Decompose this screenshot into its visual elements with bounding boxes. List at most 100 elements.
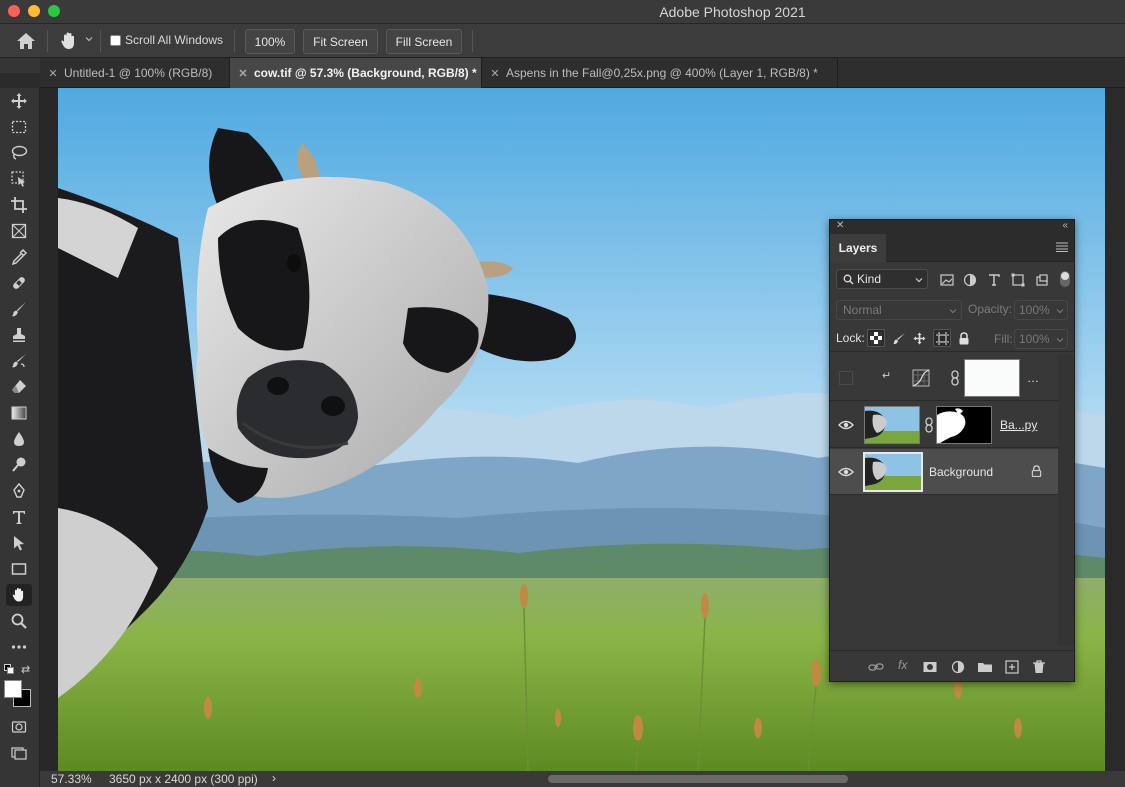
home-button[interactable] [14,31,38,51]
layer-filter-row: Kind [830,264,1074,294]
fx-icon[interactable]: fx [898,658,907,672]
scroll-all-windows-checkbox[interactable] [110,35,121,46]
more-tools[interactable] [6,636,32,658]
visibility-toggle[interactable] [839,371,853,385]
layer-name: Background [929,465,994,479]
close-tab-icon[interactable]: ✕ [487,67,503,80]
filter-toggle[interactable] [1060,271,1070,287]
quick-mask-button[interactable] [6,716,32,738]
pixel-layer-filter-icon[interactable] [939,272,955,288]
rectangle-tool[interactable] [6,558,32,580]
tab-untitled-1[interactable]: ✕ Untitled-1 @ 100% (RGB/8) [40,58,230,88]
lock-image-pixels-button[interactable] [890,329,908,347]
opacity-value: 100% [1019,303,1050,317]
vertical-scrollbar[interactable] [1105,88,1125,771]
frame-tool[interactable] [6,220,32,242]
layer-row[interactable]: Ba...py [830,402,1058,448]
marquee-tool[interactable] [6,116,32,138]
close-panel-icon[interactable]: ✕ [836,220,844,231]
collapse-panel-icon[interactable]: « [1062,220,1068,231]
screen-mode-icon [11,747,27,760]
panel-menu-icon[interactable] [1056,242,1068,252]
default-colors-icon[interactable] [4,664,14,674]
link-layers-icon[interactable] [868,659,884,675]
lock-artboard-button[interactable] [933,329,951,347]
object-select-tool[interactable] [6,168,32,190]
clone-stamp-tool[interactable] [6,324,32,346]
lock-position-button[interactable] [910,329,928,347]
zoom-100-button[interactable]: 100% [245,29,295,54]
zoom-tool[interactable] [6,610,32,632]
pen-tool[interactable] [6,480,32,502]
blend-mode-value: Normal [843,303,882,317]
opacity-field[interactable]: 100% [1014,300,1068,320]
foreground-color-swatch[interactable] [4,680,22,698]
shape-layer-filter-icon[interactable] [1010,272,1026,288]
filter-kind-value: Kind [857,272,882,286]
tab-cow[interactable]: ✕ cow.tif @ 57.3% (Background, RGB/8) * [230,58,482,88]
close-tab-icon[interactable]: ✕ [235,67,251,80]
crop-tool[interactable] [6,194,32,216]
marquee-tool-icon [11,120,27,134]
panel-header[interactable]: ✕ « [830,220,1074,234]
dodge-tool[interactable] [6,454,32,476]
tab-label: Untitled-1 @ 100% (RGB/8) [64,66,213,80]
type-layer-filter-icon[interactable] [986,272,1002,288]
move-tool[interactable] [6,90,32,112]
opacity-label: Opacity: [968,302,1013,316]
zoom-level[interactable]: 57.33% [51,772,92,786]
fill-field[interactable]: 100% [1014,329,1068,349]
tool-preset-picker[interactable] [58,30,80,52]
healing-brush-tool[interactable] [6,272,32,294]
frame-tool-icon [11,223,27,239]
layer-mask-thumbnail[interactable] [964,359,1020,397]
layers-scrollbar[interactable] [1058,354,1074,646]
lock-transparent-pixels-button[interactable] [867,329,885,347]
lock-icon [959,331,969,344]
smart-object-filter-icon[interactable] [1034,272,1050,288]
new-layer-icon[interactable] [1004,659,1020,675]
trash-icon[interactable] [1031,659,1047,675]
document-tabs: ✕ Untitled-1 @ 100% (RGB/8) ✕ cow.tif @ … [40,58,1125,88]
hand-icon [61,32,74,49]
fill-screen-button[interactable]: Fill Screen [386,29,462,54]
eraser-tool[interactable] [6,376,32,398]
path-select-tool[interactable] [6,532,32,554]
eye-icon[interactable] [838,465,854,479]
filter-kind-select[interactable]: Kind [836,269,928,289]
blend-mode-select[interactable]: Normal [836,300,962,320]
clip-indicator-icon: ↵ [882,370,892,382]
blur-tool[interactable] [6,428,32,450]
eye-icon[interactable] [838,418,854,432]
layer-mask-thumbnail[interactable] [936,406,992,444]
history-brush-tool[interactable] [6,350,32,372]
tab-aspens[interactable]: ✕ Aspens in the Fall@0,25x.png @ 400% (L… [482,58,838,88]
layer-thumbnail[interactable] [863,452,923,492]
gradient-tool[interactable] [6,402,32,424]
eyedropper-tool[interactable] [6,246,32,268]
brush-tool[interactable] [6,298,32,320]
add-mask-icon[interactable] [922,659,938,675]
chevron-down-icon[interactable] [84,34,94,44]
adjustment-layer-filter-icon[interactable] [962,272,978,288]
fit-screen-button[interactable]: Fit Screen [303,29,378,54]
separator [100,30,101,52]
new-group-icon[interactable] [977,659,993,675]
lock-all-button[interactable] [955,329,973,347]
layer-row-selected[interactable]: Background [830,449,1058,495]
status-menu-chevron[interactable]: › [272,771,276,785]
hand-tool[interactable] [6,584,32,606]
screen-mode-button[interactable] [6,742,32,764]
tab-label: Aspens in the Fall@0,25x.png @ 400% (Lay… [506,66,818,80]
layer-row[interactable]: ↵ … [830,355,1058,401]
artboard-icon [935,331,949,345]
lasso-tool[interactable] [6,142,32,164]
new-adjustment-layer-icon[interactable] [950,659,966,675]
close-tab-icon[interactable]: ✕ [45,67,61,80]
horizontal-scrollbar-thumb[interactable] [548,775,848,783]
tab-layers[interactable]: Layers [830,234,886,262]
layer-thumbnail[interactable] [864,406,920,444]
swap-colors-icon[interactable]: ⇄ [21,663,30,676]
type-tool[interactable] [6,506,32,528]
type-tool-icon [13,511,25,524]
